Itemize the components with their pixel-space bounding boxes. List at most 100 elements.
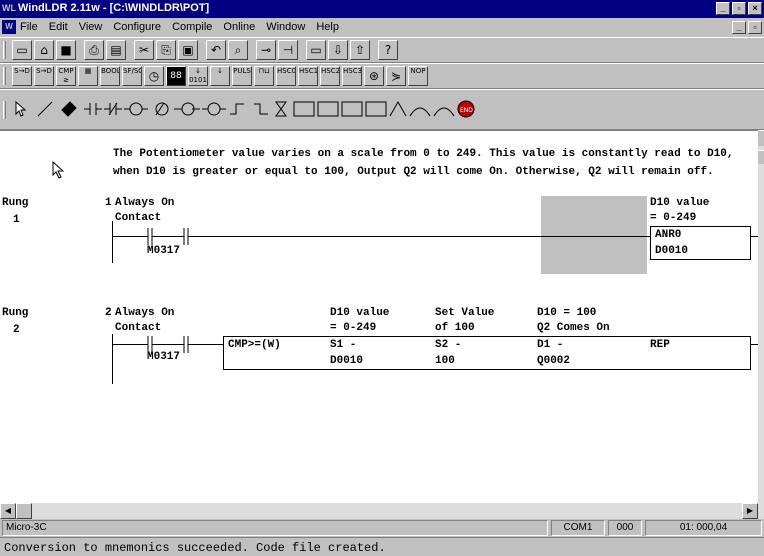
move-n-instruction-button[interactable]: S→D	[34, 66, 54, 86]
menu-window[interactable]: Window	[266, 21, 305, 33]
help-icon[interactable]: ?	[378, 40, 398, 60]
new-icon[interactable]: ▭	[12, 40, 32, 60]
user-communication-icon[interactable]: ⋟	[386, 66, 406, 86]
pulse-output-button[interactable]: PULS	[232, 66, 252, 86]
jump-icon	[389, 100, 407, 117]
mcs-icon	[365, 101, 387, 117]
horizontal-scroll-thumb[interactable]	[16, 503, 32, 519]
binary-arithmetic-icon[interactable]: ▦	[78, 66, 98, 86]
reset-coil-icon	[207, 102, 221, 116]
d1-comment-2: Q2 Comes On	[537, 322, 610, 334]
branch-end-icon	[433, 107, 455, 117]
scroll-up-button[interactable]	[758, 130, 764, 146]
toolbar-grip[interactable]	[3, 101, 6, 119]
rising-edge-icon	[230, 103, 244, 115]
tag-icon[interactable]: ⊣	[278, 40, 298, 60]
s1-comment-1: D10 value	[330, 307, 390, 319]
menu-view[interactable]: View	[79, 21, 103, 33]
falling-edge-icon	[254, 103, 268, 115]
move-instruction-button[interactable]: S→D	[12, 66, 32, 86]
app-icon[interactable]: WL	[2, 2, 16, 15]
shift-rotate-button[interactable]: SF/SO	[122, 66, 142, 86]
coil-circle-icon	[129, 102, 143, 116]
ladder-editor[interactable]: The Potentiometer value varies on a scal…	[0, 130, 764, 503]
contact-address: M0317	[147, 351, 181, 363]
cut-icon[interactable]: ✂	[134, 40, 154, 60]
document-controls: _ ▫	[732, 21, 762, 34]
sfr-icon	[341, 101, 363, 117]
no-contact-icon	[84, 103, 102, 115]
s1-comment-2: = 0-249	[330, 322, 377, 334]
horizontal-scrollbar[interactable]: ◀ ▶	[0, 503, 764, 519]
document-icon[interactable]: W	[2, 20, 16, 34]
print-preview-icon[interactable]: ▤	[106, 40, 126, 60]
hsc1-button[interactable]: HSC1	[298, 66, 318, 86]
pwm-icon[interactable]: ⊓⊔	[254, 66, 274, 86]
display-icon[interactable]: 88	[166, 66, 186, 86]
minimize-button[interactable]: _	[716, 2, 730, 15]
message-bar: Conversion to mnemonics succeeded. Code …	[0, 537, 764, 556]
s2-label: S2 -	[435, 339, 462, 351]
toolbar-grip[interactable]	[3, 67, 6, 85]
rung-label: Rung	[2, 307, 29, 319]
monitor-icon[interactable]: ⊸	[256, 40, 276, 60]
menu-file[interactable]: File	[20, 21, 38, 33]
menu-online[interactable]: Online	[223, 21, 255, 33]
hsc0-button[interactable]: HSC0	[276, 66, 296, 86]
menu-configure[interactable]: Configure	[113, 21, 161, 33]
d1-value: Q0002	[537, 355, 571, 367]
copy-icon[interactable]: ⎘	[156, 40, 176, 60]
upload-icon[interactable]: ⇧	[350, 40, 370, 60]
contact-comment-1: Always On	[115, 307, 175, 319]
save-icon[interactable]: ■	[56, 40, 76, 60]
rung1-contact	[112, 228, 650, 245]
close-button[interactable]: ×	[748, 2, 762, 15]
vertical-scroll-thumb[interactable]	[758, 150, 764, 164]
download-icon[interactable]: ⇩	[328, 40, 348, 60]
shift-register-icon	[317, 101, 339, 117]
toolbar-grip[interactable]	[3, 41, 6, 59]
hsc2-button[interactable]: HSC2	[320, 66, 340, 86]
compare-instruction-button[interactable]: CMP ≥	[56, 66, 76, 86]
find-icon[interactable]: ⌕	[228, 40, 248, 60]
boolean-instruction-button[interactable]: BOOL	[100, 66, 120, 86]
advanced-instruction-toolbar: S→D S→D CMP ≥ ▦ BOOL SF/SO ◷ 88 ↓ 0101 ↓…	[0, 63, 764, 89]
standard-toolbar: ▭ ⌂ ■ ⎙ ▤ ✂ ⎘ ▣ ↶ ⌕ ⊸ ⊣ ▭ ⇩ ⇧ ?	[0, 37, 764, 63]
plc-type: Micro-3C	[2, 520, 548, 536]
nop-button[interactable]: NOP	[408, 66, 428, 86]
rep-label: REP	[650, 339, 670, 351]
s2-comment-1: Set Value	[435, 307, 495, 319]
undo-icon[interactable]: ↶	[206, 40, 226, 60]
menu-help[interactable]: Help	[316, 21, 339, 33]
d1-comment-1: D10 = 100	[537, 307, 597, 319]
print-icon[interactable]: ⎙	[84, 40, 104, 60]
open-icon[interactable]: ⌂	[34, 40, 54, 60]
nc-contact-icon	[104, 102, 122, 116]
cursor-position: 01: 000,04	[645, 520, 762, 536]
bcd-convert-button[interactable]: ↓ 0101	[188, 66, 208, 86]
clock-icon[interactable]: ◷	[144, 66, 164, 86]
com-port: COM1	[551, 520, 605, 536]
contact-comment-2: Contact	[115, 322, 162, 334]
ladder-toolbar: END	[0, 89, 764, 130]
cmp-instruction-box[interactable]	[223, 336, 751, 370]
timer-icon	[275, 101, 287, 117]
paste-icon[interactable]: ▣	[178, 40, 198, 60]
s2-comment-2: of 100	[435, 322, 475, 334]
communication-icon[interactable]: ⊛	[364, 66, 384, 86]
maximize-button[interactable]: ▫	[732, 2, 746, 15]
menu-edit[interactable]: Edit	[49, 21, 68, 33]
scroll-left-button[interactable]: ◀	[0, 503, 16, 519]
svg-text:END: END	[460, 107, 473, 114]
window-title: WindLDR 2.11w - [C:\WINDLDR\POT]	[18, 2, 210, 14]
doc-minimize-button[interactable]: _	[732, 21, 746, 34]
instruction-name: CMP>=(W)	[228, 339, 281, 351]
doc-restore-button[interactable]: ▫	[748, 21, 762, 34]
plc-icon[interactable]: ▭	[306, 40, 326, 60]
s1-value: D0010	[330, 355, 364, 367]
vertical-scrollbar[interactable]	[758, 130, 764, 503]
scroll-right-button[interactable]: ▶	[742, 503, 758, 519]
hsc3-button[interactable]: HSC3	[342, 66, 362, 86]
menu-compile[interactable]: Compile	[172, 21, 212, 33]
analog-convert-button[interactable]: ↓	[210, 66, 230, 86]
